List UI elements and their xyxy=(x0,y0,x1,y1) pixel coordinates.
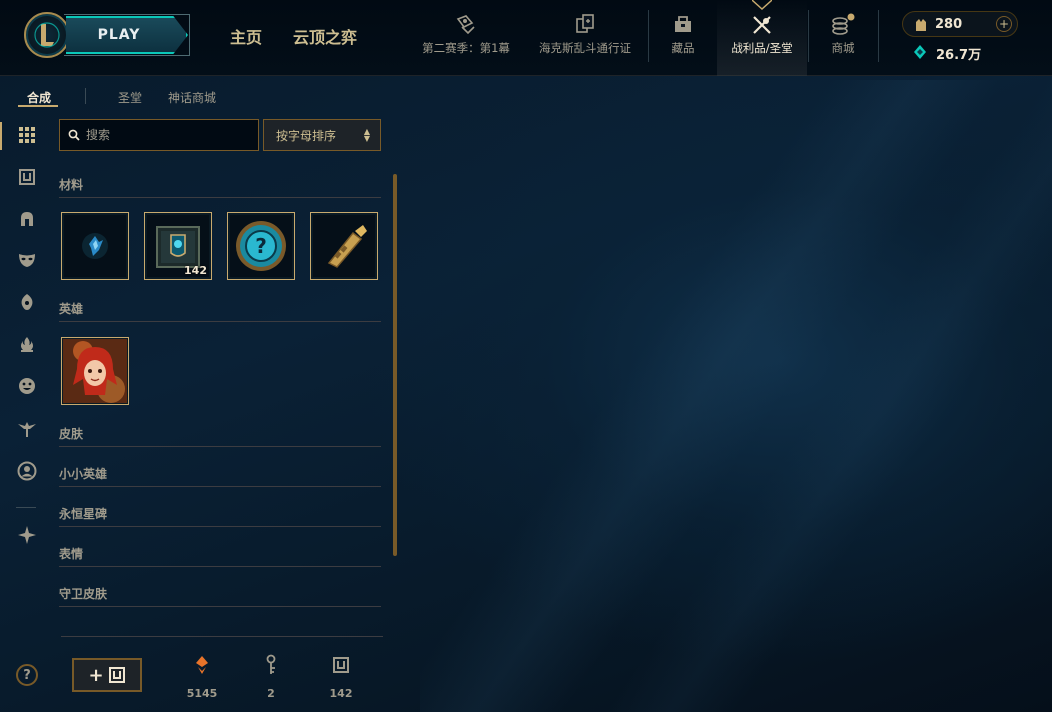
buy-rp-button[interactable]: + xyxy=(996,16,1012,32)
nav-store-label: 商城 xyxy=(831,41,855,55)
loot-tile-hextech-chest[interactable]: 142 xyxy=(144,212,212,280)
section-title: 永恒星碑 xyxy=(59,507,108,521)
filter-summoner-icon[interactable] xyxy=(16,460,38,482)
chest-stat: 142 xyxy=(316,654,366,700)
card-hand-icon xyxy=(453,12,479,36)
footer-divider xyxy=(61,636,383,637)
nav-store[interactable]: 商城 xyxy=(816,12,870,62)
nav-collection[interactable]: 藏品 xyxy=(656,12,710,62)
nav-tft-label: 云顶之弈 xyxy=(293,28,358,47)
loot-tile-champion-annie[interactable] xyxy=(61,337,129,405)
nav-tft[interactable]: 云顶之弈 xyxy=(293,24,357,48)
loot-tile-hextech-key[interactable] xyxy=(310,212,378,280)
play-button[interactable]: PLAY xyxy=(66,16,188,54)
subtab-craft[interactable]: 合成 xyxy=(27,89,51,106)
loot-count: 142 xyxy=(184,264,207,277)
nav-home-label: 主页 xyxy=(230,28,263,47)
section-title: 材料 xyxy=(59,178,84,192)
rp-amount: 280 xyxy=(935,17,963,32)
blue-essence-icon xyxy=(914,45,926,59)
loot-tile-orange-essence[interactable] xyxy=(61,212,129,280)
craft-chest-button[interactable]: + xyxy=(72,658,142,692)
key-stat: 2 xyxy=(246,654,296,700)
section-champions[interactable]: 英雄 xyxy=(59,300,381,322)
mystery-question-icon: ? xyxy=(236,221,286,271)
hextech-key-icon xyxy=(327,225,367,268)
subtab-separator xyxy=(85,88,86,104)
nav-loot[interactable]: 战利品/圣堂 xyxy=(717,12,807,62)
chest-count-icon xyxy=(333,657,349,673)
section-title: 英雄 xyxy=(59,302,84,316)
pass-cards-icon xyxy=(572,12,598,36)
top-bar: PLAY 主页 云顶之弈 第二赛季：第1幕 海克斯乱斗通行证 藏品 战利品/圣堂 xyxy=(0,0,1052,76)
svg-text:?: ? xyxy=(255,234,267,258)
nav-separator xyxy=(648,10,649,62)
section-emotes[interactable]: 表情 xyxy=(59,545,381,567)
filter-skin-mask-icon[interactable] xyxy=(16,249,38,271)
filter-chest-icon[interactable] xyxy=(16,166,38,188)
nav-event-pass[interactable]: 海克斯乱斗通行证 xyxy=(534,12,636,62)
filter-champion-helmet-icon[interactable] xyxy=(16,208,38,230)
filter-ward-skin-icon[interactable] xyxy=(16,418,38,440)
nav-home[interactable]: 主页 xyxy=(230,24,262,48)
subtab-sanctum[interactable]: 圣堂 xyxy=(118,89,142,106)
loot-list-scrollbar[interactable] xyxy=(393,174,397,556)
plus-icon: + xyxy=(88,664,104,686)
filter-little-legend-icon[interactable] xyxy=(16,291,38,313)
blue-essence-amount: 26.7万 xyxy=(936,48,982,63)
nav-loot-label: 战利品/圣堂 xyxy=(731,41,793,55)
chest-amount: 142 xyxy=(329,687,353,700)
filter-all-icon[interactable] xyxy=(16,124,38,146)
essence-shard-icon xyxy=(82,233,108,259)
lol-logo-icon xyxy=(34,22,60,48)
sort-arrows-icon: ▲ ▼ xyxy=(363,127,370,143)
nav-event-pass-label: 海克斯乱斗通行证 xyxy=(539,41,631,55)
orange-essence-stat: 5145 xyxy=(177,654,227,700)
nav-collection-label: 藏品 xyxy=(671,41,695,55)
rp-coin-icon xyxy=(916,19,926,31)
subtab-active-underline xyxy=(18,105,58,107)
filter-emote-face-icon[interactable] xyxy=(16,375,38,397)
play-button-label: PLAY xyxy=(97,27,141,43)
section-eternals[interactable]: 永恒星碑 xyxy=(59,505,381,527)
rp-wallet: 280 + xyxy=(902,11,1018,37)
rail-active-indicator xyxy=(0,122,2,150)
key-icon xyxy=(266,654,276,674)
section-ward-skins[interactable]: 守卫皮肤 xyxy=(59,585,381,607)
rail-divider xyxy=(16,507,36,508)
section-title: 皮肤 xyxy=(59,427,84,441)
active-tab-caret xyxy=(752,0,772,10)
annie-portrait-icon xyxy=(63,339,127,403)
search-box[interactable] xyxy=(59,119,259,151)
filter-eternal-flame-icon[interactable] xyxy=(16,333,38,355)
section-little-legends[interactable]: 小小英雄 xyxy=(59,465,381,487)
orange-essence-amount: 5145 xyxy=(186,687,218,700)
nav-season-event[interactable]: 第二赛季：第1幕 xyxy=(418,12,514,62)
help-button[interactable]: ? xyxy=(16,664,38,686)
subtab-mythic-shop[interactable]: 神话商城 xyxy=(168,89,216,106)
section-title: 小小英雄 xyxy=(59,467,108,481)
key-amount: 2 xyxy=(267,687,275,700)
nav-separator xyxy=(878,10,879,62)
store-coins-icon xyxy=(830,12,856,36)
sort-dropdown-label: 按字母排序 xyxy=(276,128,337,143)
filter-other-icon[interactable] xyxy=(16,524,38,546)
section-title: 表情 xyxy=(59,547,84,561)
loot-crossed-tools-icon xyxy=(749,12,775,36)
section-materials[interactable]: 材料 xyxy=(59,176,381,198)
section-title: 守卫皮肤 xyxy=(59,587,108,601)
sort-dropdown[interactable]: 按字母排序 ▲ ▼ xyxy=(263,119,381,151)
chest-icon xyxy=(108,667,125,683)
search-icon xyxy=(68,129,80,141)
collection-bag-icon xyxy=(670,12,696,36)
loot-tile-mystery-orb[interactable]: ? xyxy=(227,212,295,280)
orange-essence-icon xyxy=(196,656,208,674)
nav-separator xyxy=(808,10,809,62)
nav-season-event-label: 第二赛季：第1幕 xyxy=(422,41,510,55)
search-input[interactable] xyxy=(86,128,246,142)
section-skins[interactable]: 皮肤 xyxy=(59,425,381,447)
